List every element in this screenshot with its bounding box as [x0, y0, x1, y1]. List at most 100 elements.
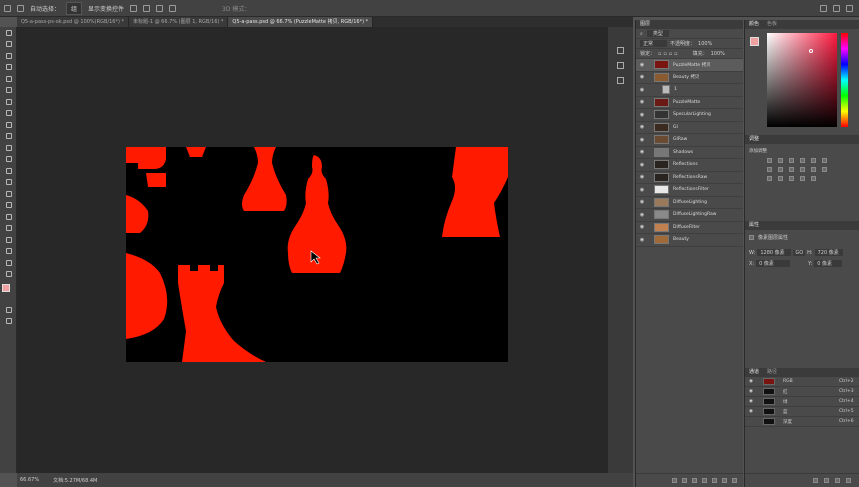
h-input[interactable]: 720 像素 [814, 249, 843, 256]
tab-doc-1[interactable]: Q5-a-pass-ps-ok.psd @ 100%(RGB/16*) * [17, 17, 130, 27]
posterize-icon[interactable] [778, 176, 783, 181]
align-center-icon[interactable] [143, 4, 151, 12]
save-selection-icon[interactable] [824, 478, 829, 483]
layer-row[interactable]: ◉ GI [636, 122, 743, 134]
eye-icon[interactable]: ◉ [749, 399, 755, 404]
eye-icon[interactable]: ◉ [749, 409, 755, 414]
color-swatches[interactable] [0, 280, 16, 304]
layer-row[interactable]: ◉ DiffuseLightingRaw [636, 209, 743, 222]
history-icon[interactable] [617, 47, 624, 54]
show-transform-controls[interactable]: 显示变换控件 [88, 4, 124, 13]
layer-row[interactable]: ◉ ReflectionsFilter [636, 184, 743, 197]
color-picker-field[interactable] [767, 33, 837, 127]
tab-channels[interactable]: 通道 [749, 368, 759, 377]
history-brush-tool[interactable] [0, 142, 17, 154]
layer-row[interactable]: ◉ PuzzleMatte 拷贝 [636, 59, 743, 72]
eye-icon[interactable]: ◉ [636, 224, 648, 230]
eye-icon[interactable]: ◉ [749, 379, 755, 384]
tab-color[interactable]: 颜色 [749, 20, 759, 29]
brightness-icon[interactable] [767, 158, 772, 163]
align-left-icon[interactable] [130, 4, 138, 12]
workspace-icon[interactable] [833, 4, 840, 12]
home-icon[interactable] [4, 4, 11, 12]
lock-icons[interactable]: ▫▫▫▫ [658, 51, 680, 57]
lookup-icon[interactable] [822, 167, 827, 172]
zoom-level[interactable]: 66.67% [20, 477, 39, 483]
character-icon[interactable] [617, 62, 624, 69]
document-canvas[interactable] [126, 147, 508, 362]
mask-icon[interactable] [692, 478, 697, 483]
layer-row[interactable]: ◉ Shadows [636, 147, 743, 159]
tab-doc-2[interactable]: 未标题-1 @ 66.7% (图层 1, RGB/16) * [129, 17, 229, 27]
align-right-icon[interactable] [156, 4, 164, 12]
gradient-tool[interactable] [0, 165, 17, 177]
layer-row[interactable]: ◉ 1 [636, 84, 743, 97]
quick-mask-tool[interactable] [0, 304, 17, 316]
eye-icon[interactable]: ◉ [636, 112, 648, 118]
layer-row[interactable]: ◉ Reflections [636, 159, 743, 172]
layer-row[interactable]: ◉ SpecularLighting [636, 109, 743, 122]
eye-icon[interactable]: ◉ [636, 62, 648, 68]
foreground-swatch[interactable] [750, 37, 759, 46]
eye-icon[interactable]: ◉ [636, 212, 648, 218]
move-tool[interactable] [0, 27, 17, 39]
eye-icon[interactable]: ◉ [636, 137, 648, 143]
blur-tool[interactable] [0, 177, 17, 189]
shape-tool[interactable] [0, 234, 17, 246]
fill-input[interactable]: 100% [711, 51, 725, 57]
new-channel-icon[interactable] [835, 478, 840, 483]
quick-select-tool[interactable] [0, 62, 17, 74]
y-input[interactable]: 0 像素 [814, 260, 843, 267]
path-select-tool[interactable] [0, 223, 17, 235]
pen-tool[interactable] [0, 200, 17, 212]
layer-row[interactable]: ◉ Beauty [636, 234, 743, 247]
layer-row[interactable]: ◉ GIRaw [636, 134, 743, 147]
channel-row[interactable]: ◉ 绿 Ctrl+4 [745, 397, 859, 407]
search-icon[interactable] [820, 4, 827, 12]
threshold-icon[interactable] [789, 176, 794, 181]
eyedropper-tool[interactable] [0, 96, 17, 108]
screen-mode-tool[interactable] [0, 316, 17, 328]
channel-row[interactable]: ◉ RGB Ctrl+2 [745, 377, 859, 387]
vibrance-icon[interactable] [811, 158, 816, 163]
eye-icon[interactable]: ◉ [636, 87, 648, 93]
crop-tool[interactable] [0, 73, 17, 85]
blend-mode-select[interactable]: 正常 [640, 40, 668, 47]
fx-icon[interactable] [682, 478, 687, 483]
layer-row[interactable]: ◉ PuzzleMatte [636, 97, 743, 109]
triangle-icon[interactable] [822, 158, 827, 163]
levels-icon[interactable] [778, 158, 783, 163]
trash-icon[interactable] [846, 478, 851, 483]
brush-tool[interactable] [0, 119, 17, 131]
channel-row[interactable]: ◉ 蓝 Ctrl+5 [745, 407, 859, 417]
layer-row[interactable]: ◉ ReflectionsRaw [636, 172, 743, 184]
eye-icon[interactable]: ◉ [636, 199, 648, 205]
layers-panel-title[interactable]: 图层 [636, 20, 743, 29]
invert-icon[interactable] [767, 176, 772, 181]
eye-icon[interactable]: ◉ [636, 149, 648, 155]
hue-slider[interactable] [841, 33, 848, 127]
share-icon[interactable] [846, 4, 853, 12]
marquee-tool[interactable] [0, 39, 17, 51]
color-balance-icon[interactable] [778, 167, 783, 172]
layer-row[interactable]: ◉ DiffuseFilter [636, 222, 743, 234]
new-layer-icon[interactable] [722, 478, 727, 483]
w-input[interactable]: 1280 像素 [757, 249, 792, 256]
foreground-color[interactable] [2, 284, 10, 292]
hand-tool[interactable] [0, 246, 17, 258]
eye-icon[interactable]: ◉ [636, 124, 648, 130]
opacity-input[interactable]: 100% [698, 41, 712, 47]
lasso-tool[interactable] [0, 50, 17, 62]
channel-mixer-icon[interactable] [811, 167, 816, 172]
distribute-icon[interactable] [169, 4, 177, 12]
gradient-map-icon[interactable] [811, 176, 816, 181]
color-picker-handle[interactable] [809, 49, 813, 53]
properties-panel-title[interactable]: 属性 [745, 221, 859, 230]
eraser-tool[interactable] [0, 154, 17, 166]
eye-icon[interactable]: ◉ [636, 237, 648, 243]
channel-row[interactable]: ◉ 红 Ctrl+3 [745, 387, 859, 397]
eye-icon[interactable]: ◉ [636, 74, 648, 80]
adjustment-icon[interactable] [702, 478, 707, 483]
trash-icon[interactable] [732, 478, 737, 483]
tab-doc-3[interactable]: Q5-a-pass.psd @ 66.7% (PuzzleMatte 拷贝, R… [228, 17, 374, 27]
